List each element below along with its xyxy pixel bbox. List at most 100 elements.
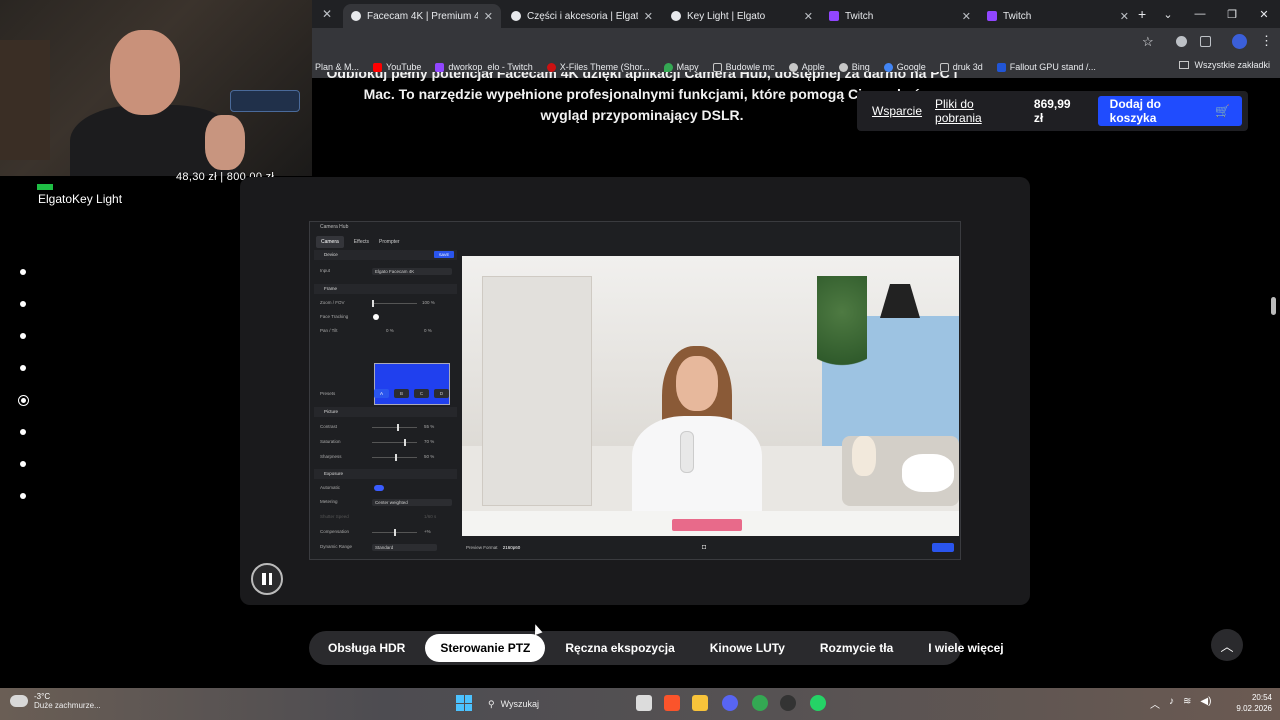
bookmark-budowle[interactable]: Budowle mc <box>712 62 775 72</box>
tray-chevron-icon[interactable]: ︿ <box>1150 696 1160 711</box>
tab-background-blur[interactable]: Rozmycie tła <box>805 634 908 662</box>
bookmark-label: Fallout GPU stand /... <box>1009 62 1096 72</box>
section-nav-dot[interactable] <box>20 333 26 339</box>
browser-toolbar: ☆ ⋮ <box>312 28 1280 56</box>
app-icon[interactable] <box>780 695 796 711</box>
preset-button: A <box>374 389 389 398</box>
tab-close-icon[interactable]: ✕ <box>962 10 971 23</box>
downloads-link[interactable]: Pliki do pobrania <box>935 97 1021 125</box>
bookmark-xfiles[interactable]: X-Files Theme (Shor... <box>546 62 650 72</box>
google-icon <box>883 62 893 72</box>
stream-status-bar <box>37 184 53 190</box>
row-zoom: Zoom / FOV 100 % <box>320 298 455 308</box>
tab-favicon <box>351 11 361 21</box>
tab-close-icon[interactable]: ✕ <box>804 10 813 23</box>
all-bookmarks[interactable]: Wszystkie zakładki <box>1179 60 1270 70</box>
chrome-icon[interactable] <box>752 695 768 711</box>
support-link[interactable]: Wsparcie <box>872 104 922 118</box>
tab-manual-exposure[interactable]: Ręczna ekspozycja <box>550 634 689 662</box>
bookmark-google[interactable]: Google <box>883 62 926 72</box>
bookmark-label: Bing <box>851 62 870 72</box>
tab-key-light[interactable]: Key Light | Elgato ✕ <box>663 4 821 28</box>
row-automatic: Automatic <box>320 483 455 493</box>
row-value: 1/60 s <box>424 514 437 519</box>
sticky-buy-bar: Wsparcie Pliki do pobrania 869,99 zł Dod… <box>857 91 1248 131</box>
dynamic-range-select: Standard <box>372 544 437 551</box>
tab-more[interactable]: I wiele więcej <box>913 634 1018 662</box>
file-explorer-icon[interactable] <box>692 695 708 711</box>
tab-close-icon[interactable]: ✕ <box>644 10 653 23</box>
twitch-icon <box>987 11 997 21</box>
streamer-head <box>110 30 180 115</box>
weather-widget[interactable]: -3°C Duże zachmurze... <box>10 692 101 710</box>
brave-icon[interactable] <box>664 695 680 711</box>
tab-close-icon[interactable]: ✕ <box>484 10 493 23</box>
tilt-value: 0 % <box>424 328 432 333</box>
taskbar-search[interactable]: ⚲ Wyszukaj <box>482 693 624 715</box>
section-nav-dot[interactable] <box>20 301 26 307</box>
background-shelf <box>0 40 50 160</box>
bookmark-plan[interactable]: Plan & M... <box>315 62 359 72</box>
bookmark-label: dworkop_elo - Twitch <box>448 62 533 72</box>
input-select: Elgato Facecam 4K <box>372 268 452 275</box>
star-icon[interactable]: ☆ <box>1142 34 1154 50</box>
tab-twitch-2[interactable]: Twitch ✕ <box>979 4 1137 28</box>
clock-date: 9.02.2026 <box>1236 704 1272 713</box>
intro-line: Odblokuj pełny potencjał Facecam 4K dzię… <box>326 72 958 81</box>
pause-button[interactable] <box>251 563 283 595</box>
bookmark-dworkop[interactable]: dworkop_elo - Twitch <box>435 62 533 72</box>
add-to-cart-button[interactable]: Dodaj do koszyka 🛒 <box>1097 96 1242 126</box>
row-value: +% <box>424 529 431 534</box>
page-scrollbar[interactable] <box>1271 297 1276 315</box>
bookmark-mapy[interactable]: Mapy <box>663 62 699 72</box>
scroll-to-top-button[interactable]: ︿ <box>1211 629 1243 661</box>
section-nav-dot[interactable] <box>20 365 26 371</box>
discord-icon[interactable] <box>722 695 738 711</box>
section-nav-dot[interactable] <box>20 493 26 499</box>
chevron-up-icon: ︿ <box>1220 638 1234 654</box>
section-nav-dot[interactable] <box>20 269 26 275</box>
preview-format-label: Preview Format <box>466 545 498 550</box>
pause-icon <box>262 573 266 585</box>
bookmark-fallout[interactable]: Fallout GPU stand /... <box>996 62 1096 72</box>
section-nav-dot[interactable] <box>20 461 26 467</box>
webcam-overlay <box>0 0 312 176</box>
bookmark-druk3d[interactable]: druk 3d <box>939 62 983 72</box>
whatsapp-icon[interactable] <box>810 695 826 711</box>
restore-button[interactable]: ❐ <box>1216 4 1248 24</box>
windows-start-icon[interactable] <box>456 695 472 711</box>
bookmark-bing[interactable]: Bing <box>838 62 870 72</box>
bookmark-label: Mapy <box>676 62 699 72</box>
extensions-puzzle-icon[interactable] <box>1200 36 1211 47</box>
extension-icon[interactable] <box>1176 36 1187 47</box>
tab-hdr[interactable]: Obsługa HDR <box>313 634 420 662</box>
section-nav-dot-active[interactable] <box>18 395 29 406</box>
camera-icon: ◘ <box>702 544 707 551</box>
tab-facecam[interactable]: Facecam 4K | Premium 4K 60FPS ✕ <box>343 4 501 28</box>
tab-search-icon[interactable]: ⌄ <box>1152 4 1184 24</box>
tab-ptz[interactable]: Sterowanie PTZ <box>425 634 546 662</box>
avatar[interactable] <box>1232 34 1247 49</box>
volume-icon[interactable]: ◀) <box>1200 696 1211 711</box>
task-view-icon[interactable] <box>636 695 652 711</box>
tab-czesci[interactable]: Części i akcesoria | Elgato ✕ <box>503 4 661 28</box>
bookmark-youtube[interactable]: YouTube <box>373 62 421 72</box>
preview-keyboard <box>672 519 742 531</box>
new-tab-button[interactable]: + <box>1138 6 1146 22</box>
minimize-button[interactable]: — <box>1184 4 1216 24</box>
tab-close-icon[interactable]: ✕ <box>1120 10 1129 23</box>
twitch-icon <box>435 62 445 72</box>
tab-close-icon[interactable]: ✕ <box>322 7 332 21</box>
preview-dog <box>852 436 876 476</box>
taskbar-clock[interactable]: 20:54 9.02.2026 <box>1232 692 1272 714</box>
preset-button: B <box>394 389 409 398</box>
tab-twitch-1[interactable]: Twitch ✕ <box>821 4 979 28</box>
menu-kebab-icon[interactable]: ⋮ <box>1260 33 1273 49</box>
microphone-icon[interactable]: ♪ <box>1169 696 1174 711</box>
tab-luts[interactable]: Kinowe LUTy <box>695 634 800 662</box>
wifi-icon[interactable]: ≋ <box>1183 696 1191 711</box>
section-nav-dot[interactable] <box>20 429 26 435</box>
preview-person-face <box>676 356 718 411</box>
bookmark-apple[interactable]: Apple <box>788 62 825 72</box>
close-button[interactable]: ✕ <box>1248 4 1280 24</box>
